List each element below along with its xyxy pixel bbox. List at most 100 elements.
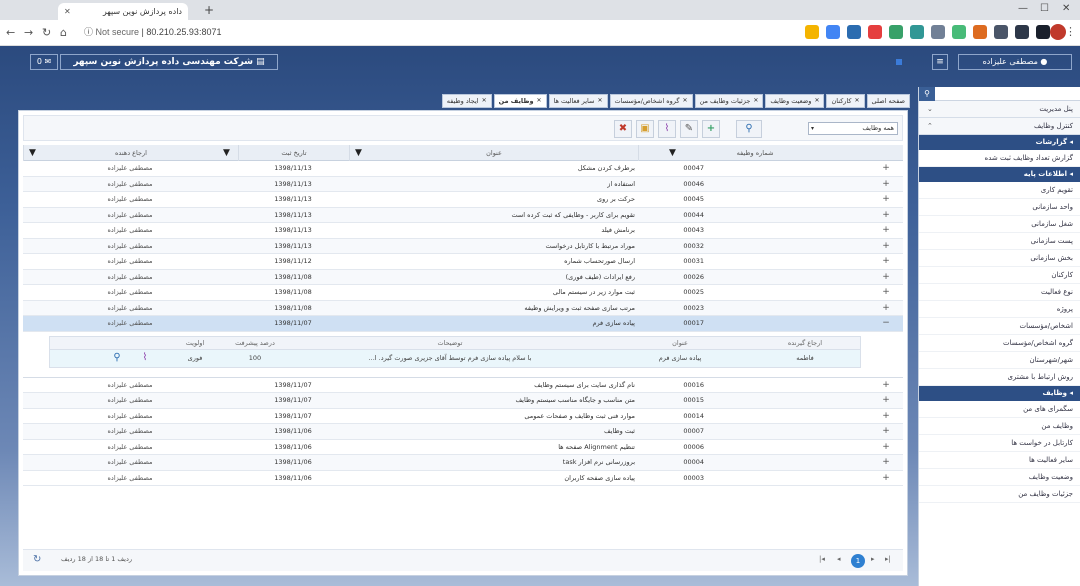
- sidebar-item-report-count[interactable]: گزارش تعداد وظایف ثبت شده: [919, 150, 1080, 167]
- expand-row-icon[interactable]: +: [871, 161, 901, 176]
- sidebar-section-reports[interactable]: ◂ گزارشات: [919, 135, 1080, 150]
- table-row[interactable]: + 00006 تنظیم Alignment صفحه ها 1398/11/…: [23, 440, 903, 455]
- close-tab-icon[interactable]: ✕: [64, 7, 71, 16]
- sidebar-item[interactable]: کارکنان: [919, 267, 1080, 284]
- filter-icon[interactable]: ▼: [355, 148, 362, 158]
- sidebar-search[interactable]: ⚲: [919, 87, 1080, 101]
- reload-icon[interactable]: ↻: [42, 26, 51, 39]
- table-row[interactable]: + 00004 بروزرسانی نرم افزار task 1398/11…: [23, 455, 903, 471]
- expand-row-icon[interactable]: +: [871, 223, 901, 238]
- table-row[interactable]: + 00025 ثبت موارد زیر در سیستم مالی 1398…: [23, 285, 903, 301]
- prev-page-icon[interactable]: ◂: [837, 555, 841, 563]
- expand-row-icon[interactable]: +: [871, 208, 901, 223]
- clipboard-icon[interactable]: ▣: [636, 120, 654, 138]
- tab-staff[interactable]: ✕ کارکنان: [826, 94, 865, 108]
- tab-my-tasks[interactable]: ✕ وظایف من: [493, 94, 547, 108]
- table-row[interactable]: + 00016 نام گذاری سایت برای سیستم وظایف …: [23, 378, 903, 393]
- extension-icon[interactable]: [994, 25, 1008, 39]
- expand-row-icon[interactable]: +: [871, 440, 901, 455]
- expand-row-icon[interactable]: +: [871, 270, 901, 285]
- sidebar-item[interactable]: تقویم کاری: [919, 182, 1080, 199]
- table-row[interactable]: + 00044 تقویم برای کاربر - وظایفی که ثبت…: [23, 207, 903, 223]
- sidebar-item[interactable]: شغل سازمانی: [919, 216, 1080, 233]
- expand-row-icon[interactable]: +: [871, 455, 901, 470]
- close-tab-icon[interactable]: ✕: [855, 95, 860, 107]
- profile-avatar[interactable]: [1050, 24, 1066, 40]
- search-icon[interactable]: ⚲: [919, 87, 935, 101]
- table-row[interactable]: + 00031 ارسال صورتحساب شماره 1398/11/12 …: [23, 254, 903, 270]
- url-field[interactable]: ⓘ Not secure | 80.210.25.93:8071: [84, 25, 221, 38]
- first-page-icon[interactable]: |◂: [819, 555, 825, 563]
- edit-icon[interactable]: ✎: [680, 120, 698, 138]
- extension-icon[interactable]: [826, 25, 840, 39]
- delete-icon[interactable]: ✖: [614, 120, 632, 138]
- detail-row[interactable]: فاطمه پیاده سازی فرم با سلام پیاده سازی …: [49, 349, 861, 368]
- table-row[interactable]: + 00045 حرکت بر روی 1398/11/13 مصطفی علی…: [23, 192, 903, 208]
- browser-tab[interactable]: ✕ داده پردازش نوین سپهر: [58, 3, 188, 20]
- close-tab-icon[interactable]: ✕: [814, 95, 819, 107]
- close-tab-icon[interactable]: ✕: [597, 95, 602, 107]
- expand-row-icon[interactable]: +: [871, 409, 901, 424]
- forward-icon[interactable]: →: [24, 26, 33, 39]
- sidebar-item-admin-panel[interactable]: پنل مدیریت ⌄: [919, 101, 1080, 118]
- close-tab-icon[interactable]: ✕: [682, 95, 687, 107]
- col-title-header[interactable]: عنوان: [349, 145, 638, 161]
- extension-icon[interactable]: [868, 25, 882, 39]
- sidebar-section-base-info[interactable]: ◂ اطلاعات پایه: [919, 167, 1080, 182]
- task-filter-select[interactable]: همه وظایف ▾: [808, 122, 898, 135]
- expand-row-icon[interactable]: +: [871, 301, 901, 316]
- tab-home[interactable]: صفحه اصلی: [866, 94, 910, 108]
- table-row-selected[interactable]: − 00017 پیاده سازی فرم 1398/11/07 مصطفی …: [23, 316, 903, 332]
- sidebar-item[interactable]: وضعیت وظایف: [919, 469, 1080, 486]
- extension-icon[interactable]: [889, 25, 903, 39]
- expand-row-icon[interactable]: +: [871, 177, 901, 192]
- expand-row-icon[interactable]: +: [871, 285, 901, 300]
- extension-icon[interactable]: [910, 25, 924, 39]
- table-row[interactable]: + 00003 پیاده سازی صفحه کاربران 1398/11/…: [23, 471, 903, 486]
- back-icon[interactable]: ←: [6, 26, 15, 39]
- search-icon[interactable]: ⚲: [110, 350, 124, 366]
- table-row[interactable]: + 00032 موراد مرتبط با کارتابل درخواست 1…: [23, 238, 903, 254]
- expand-row-icon[interactable]: +: [871, 254, 901, 269]
- filter-icon[interactable]: ▼: [669, 148, 676, 158]
- col-date-header[interactable]: تاریخ ثبت: [238, 145, 349, 161]
- filter-icon[interactable]: ▼: [223, 148, 230, 158]
- sidebar-item[interactable]: پست سازمانی: [919, 233, 1080, 250]
- tab-task-status[interactable]: ✕ وضعیت وظایف: [765, 94, 825, 108]
- next-page-icon[interactable]: ▸: [871, 555, 875, 563]
- sidebar-item[interactable]: وظایف من: [919, 418, 1080, 435]
- extension-icon[interactable]: [1015, 25, 1029, 39]
- extension-icon[interactable]: [973, 25, 987, 39]
- close-tab-icon[interactable]: ✕: [482, 95, 487, 107]
- attach-icon[interactable]: ⌇: [138, 350, 152, 366]
- table-row[interactable]: + 00015 متن مناسب و جایگاه مناسب سیستم و…: [23, 393, 903, 409]
- minimize-icon[interactable]: —: [1018, 3, 1028, 14]
- sidebar-item[interactable]: واحد سازمانی: [919, 199, 1080, 216]
- expand-row-icon[interactable]: +: [871, 471, 901, 486]
- add-icon[interactable]: +: [702, 120, 720, 138]
- star-icon[interactable]: [805, 25, 819, 39]
- table-row[interactable]: + 00026 رفع ایرادات (طیف فوری) 1398/11/0…: [23, 269, 903, 285]
- sidebar-item[interactable]: پروژه: [919, 301, 1080, 318]
- sidebar-item[interactable]: سایر فعالیت ها: [919, 452, 1080, 469]
- home-icon[interactable]: ⌂: [60, 26, 67, 39]
- extension-icon[interactable]: [847, 25, 861, 39]
- sidebar-item[interactable]: اشخاص/مؤسسات: [919, 318, 1080, 335]
- hamburger-menu-icon[interactable]: ≡: [932, 54, 948, 70]
- attach-icon[interactable]: ⌇: [658, 120, 676, 138]
- table-row[interactable]: + 00043 برنامش فیلد 1398/11/13 مصطفی علی…: [23, 223, 903, 239]
- tab-other-activities[interactable]: ✕ سایر فعالیت ها: [548, 94, 608, 108]
- close-window-icon[interactable]: ✕: [1062, 3, 1070, 14]
- table-row[interactable]: + 00014 موارد فنی ثبت وظایف و صفحات عموم…: [23, 409, 903, 424]
- sidebar-item[interactable]: سگمرای های من: [919, 401, 1080, 418]
- sidebar-item[interactable]: کارتابل در خواست ها: [919, 435, 1080, 452]
- collapse-row-icon[interactable]: −: [871, 316, 901, 331]
- sidebar-item[interactable]: شهر/شهرستان: [919, 352, 1080, 369]
- table-row[interactable]: + 00047 برطرف کردن مشکل 1398/11/13 مصطفی…: [23, 161, 903, 177]
- maximize-icon[interactable]: ☐: [1040, 3, 1049, 14]
- current-page[interactable]: 1: [851, 554, 865, 568]
- close-tab-icon[interactable]: ✕: [537, 95, 542, 107]
- sidebar-item-task-control[interactable]: کنترل وظایف ⌃: [919, 118, 1080, 135]
- extension-icon[interactable]: [931, 25, 945, 39]
- mail-button[interactable]: 0 ✉: [30, 54, 58, 70]
